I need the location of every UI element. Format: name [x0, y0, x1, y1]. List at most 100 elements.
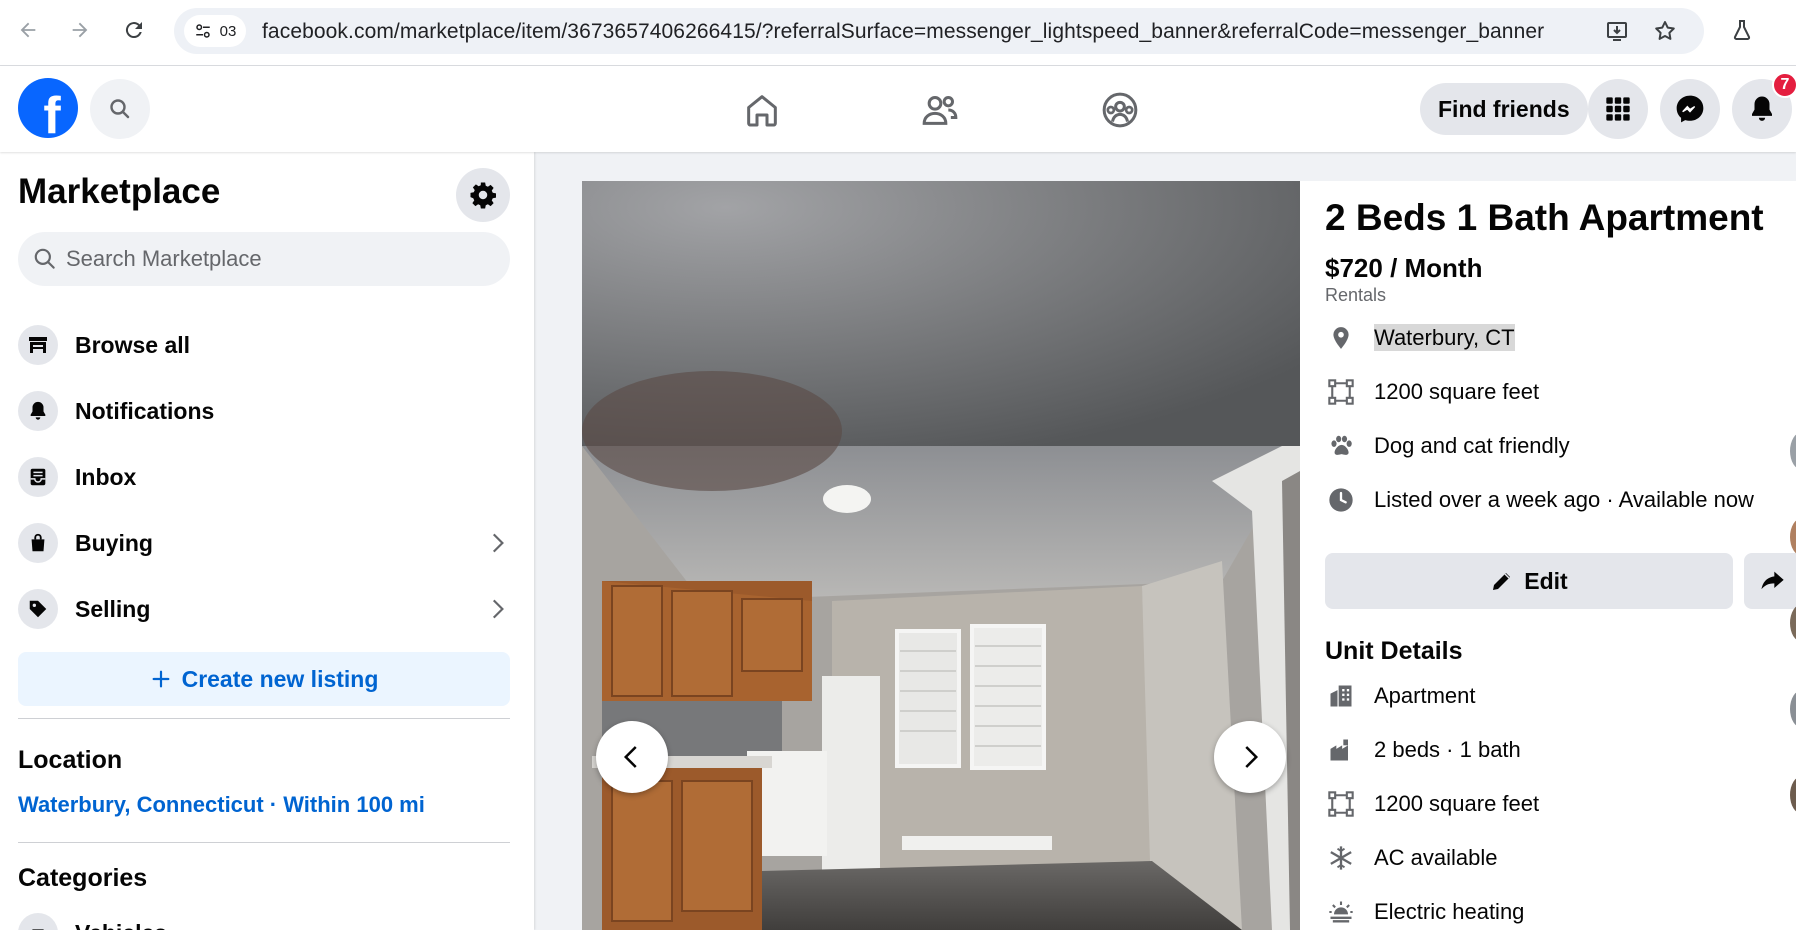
previous-photo-button[interactable]: [596, 721, 668, 793]
reload-icon: [125, 22, 142, 39]
tag-icon: [18, 589, 58, 629]
next-photo-button[interactable]: [1214, 721, 1286, 793]
sidebar-item-label: Vehicles: [75, 920, 167, 930]
sidebar-title: Marketplace: [18, 172, 221, 211]
find-friends-button[interactable]: Find friends: [1420, 83, 1588, 135]
search-icon: [110, 99, 130, 119]
listing-listed-time: Listed over a week ago · Available now: [1374, 487, 1754, 512]
location-filter-link[interactable]: Waterbury, Connecticut · Within 100 mi: [18, 792, 425, 818]
labs-button[interactable]: [1724, 12, 1760, 48]
bookmark-star-icon[interactable]: [1652, 18, 1678, 44]
sidebar-item-label: Browse all: [75, 331, 191, 358]
back-button[interactable]: [10, 12, 46, 48]
snowflake-icon: [1325, 842, 1357, 874]
square-footage-icon: [1325, 376, 1357, 408]
edit-label: Edit: [1524, 567, 1568, 594]
search-marketplace-input[interactable]: [66, 232, 486, 286]
chevron-right-icon: [1245, 746, 1259, 768]
reload-button[interactable]: [116, 12, 152, 48]
notification-count-badge: 7: [1772, 72, 1796, 98]
inbox-icon: [18, 457, 58, 497]
sidebar-item-label: Selling: [75, 595, 151, 622]
home-tab[interactable]: [738, 86, 786, 134]
unit-detail-label: AC available: [1374, 845, 1498, 870]
friends-icon: [922, 96, 958, 125]
paw-icon: [1325, 430, 1357, 462]
unit-detail-row: AC available: [1325, 840, 1498, 876]
search-icon: [34, 248, 55, 269]
sidebar-item-vehicles[interactable]: Vehicles: [18, 904, 510, 930]
facebook-logo[interactable]: f: [18, 78, 78, 138]
facebook-search-button[interactable]: [90, 79, 150, 139]
forward-button[interactable]: [62, 12, 98, 48]
storefront-icon: [18, 325, 58, 365]
location-heading: Location: [18, 746, 123, 774]
car-icon: [18, 913, 58, 930]
unit-detail-label: Apartment: [1374, 683, 1476, 708]
arrow-left-icon: [20, 22, 36, 38]
flask-icon: [1733, 20, 1751, 40]
listing-size-row: 1200 square feet: [1325, 374, 1539, 410]
heating-icon: [1325, 896, 1357, 928]
groups-icon: [1102, 92, 1138, 128]
menu-button[interactable]: [1588, 79, 1648, 139]
sidebar-item-browse-all[interactable]: Browse all: [18, 316, 510, 374]
bell-icon: [18, 391, 58, 431]
facebook-header: f Find friends 7: [0, 66, 1796, 152]
marketplace-search[interactable]: [18, 232, 510, 286]
unit-detail-label: Electric heating: [1374, 899, 1525, 924]
groups-tab[interactable]: [1096, 86, 1144, 134]
square-footage-icon: [1325, 788, 1357, 820]
marketplace-sidebar: Marketplace Browse all Notifications Inb…: [0, 152, 534, 930]
messenger-button[interactable]: [1660, 79, 1720, 139]
unit-detail-row: 2 beds · 1 bath: [1325, 732, 1521, 768]
url-text[interactable]: facebook.com/marketplace/item/3673657406…: [262, 20, 1544, 44]
plus-icon: [152, 670, 170, 688]
friends-tab[interactable]: [916, 86, 964, 134]
browser-toolbar: 03 facebook.com/marketplace/item/3673657…: [0, 0, 1796, 66]
divider: [18, 842, 510, 843]
gear-icon: [470, 182, 496, 209]
listing-size: 1200 square feet: [1374, 379, 1540, 404]
unit-detail-row: Apartment: [1325, 678, 1476, 714]
listing-location-row[interactable]: Waterbury, CT: [1325, 320, 1515, 356]
shopping-bag-icon: [18, 523, 58, 563]
location-pin-icon: [1325, 322, 1357, 354]
messenger-icon: [1676, 95, 1704, 123]
listing-pet-policy: Dog and cat friendly: [1374, 433, 1570, 458]
rooms-icon: [1325, 734, 1357, 766]
sidebar-item-selling[interactable]: Selling: [18, 580, 510, 638]
tune-icon: [195, 24, 210, 38]
clock-icon: [1325, 484, 1357, 516]
chevron-right-icon: [492, 533, 504, 553]
site-info-chip[interactable]: 03: [184, 15, 246, 47]
bell-icon: [1752, 96, 1772, 121]
sidebar-item-label: Inbox: [75, 463, 137, 490]
sidebar-item-buying[interactable]: Buying: [18, 514, 510, 572]
listing-details-panel: 2 Beds 1 Bath Apartment $720 / Month Ren…: [1300, 181, 1796, 930]
sidebar-item-notifications[interactable]: Notifications: [18, 382, 510, 440]
apartment-photo: [582, 181, 1300, 930]
grid-menu-icon: [1606, 97, 1630, 121]
listing-price: $720 / Month: [1325, 253, 1483, 283]
sidebar-item-inbox[interactable]: Inbox: [18, 448, 510, 506]
install-app-icon[interactable]: [1604, 18, 1630, 44]
listing-pets-row: Dog and cat friendly: [1325, 428, 1570, 464]
unit-detail-row: Electric heating: [1325, 894, 1524, 930]
listing-location[interactable]: Waterbury, CT: [1374, 324, 1515, 351]
building-icon: [1325, 680, 1357, 712]
listing-photo[interactable]: [582, 181, 1300, 930]
unit-detail-label: 2 beds · 1 bath: [1374, 737, 1521, 762]
listing-category: Rentals: [1325, 285, 1387, 305]
create-listing-button[interactable]: Create new listing: [18, 652, 510, 706]
chevron-left-icon: [623, 746, 637, 768]
address-bar[interactable]: 03 facebook.com/marketplace/item/3673657…: [174, 8, 1704, 54]
categories-heading: Categories: [18, 864, 148, 892]
create-listing-label: Create new listing: [181, 665, 379, 692]
marketplace-page: Marketplace Browse all Notifications Inb…: [0, 152, 1796, 930]
edit-listing-button[interactable]: Edit: [1325, 553, 1733, 609]
sidebar-item-label: Buying: [75, 529, 153, 556]
share-button[interactable]: [1744, 553, 1796, 609]
chevron-right-icon: [492, 599, 504, 619]
settings-button[interactable]: [456, 168, 510, 222]
